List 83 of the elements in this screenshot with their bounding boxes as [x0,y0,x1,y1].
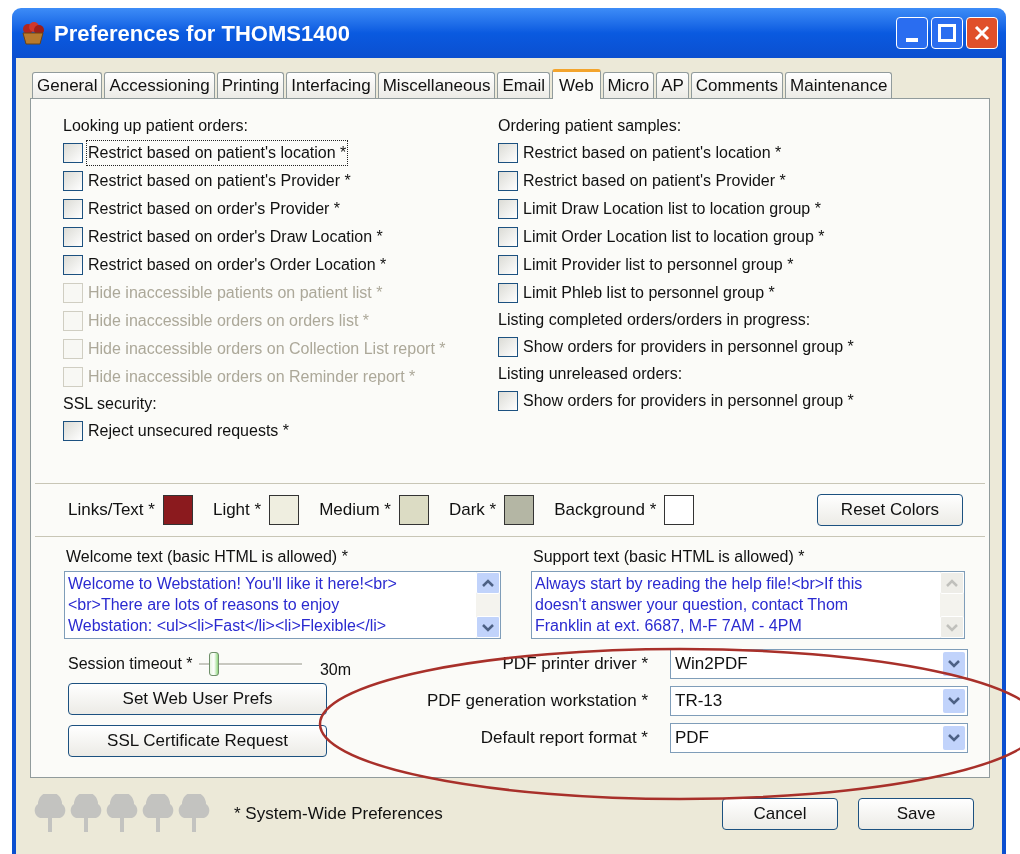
chevron-down-icon [947,733,961,743]
checkbox[interactable] [498,199,518,219]
color-label: Background * [554,499,657,522]
basket-icon [20,20,46,46]
color-label: Dark * [448,499,497,522]
dropdown[interactable]: TR-13 [670,686,968,716]
checkbox[interactable] [63,171,83,191]
tab[interactable]: Maintenance [785,72,893,98]
field-label: PDF generation workstation * [425,690,649,713]
tab[interactable]: General [32,72,103,98]
checkbox-label[interactable]: Restrict based on patient's Provider * [522,169,787,193]
checkbox[interactable] [498,337,518,357]
tab[interactable]: AP [656,72,689,98]
checkbox[interactable] [498,283,518,303]
cancel-button[interactable]: Cancel [722,798,838,830]
color-label: Links/Text * [68,499,155,522]
color-swatch[interactable] [664,495,695,525]
session-timeout-label: Session timeout * [68,654,193,674]
group-heading: Ordering patient samples: [498,116,683,136]
maximize-button[interactable] [931,17,963,49]
minimize-button[interactable] [896,17,928,49]
color-swatch[interactable] [162,495,193,525]
scroll-up-button[interactable] [476,572,500,594]
window-title: Preferences for THOMS1400 [54,19,350,48]
tab[interactable]: Interfacing [286,72,376,98]
field-label: Welcome text (basic HTML is allowed) * [65,547,349,567]
checkbox-label[interactable]: Limit Phleb list to personnel group * [522,281,776,305]
checkbox-label[interactable]: Restrict based on patient's location * [87,141,348,165]
field-label: Support text (basic HTML is allowed) * [532,547,806,567]
checkbox[interactable] [63,143,83,163]
tab[interactable]: Comments [690,72,784,98]
checkbox[interactable] [63,255,83,275]
close-icon [974,25,990,41]
color-swatch[interactable] [398,495,429,525]
checkbox[interactable] [498,143,518,163]
group-heading: Listing unreleased orders: [498,364,684,384]
color-swatch[interactable] [504,495,535,525]
group-heading: Looking up patient orders: [63,116,249,136]
checkbox[interactable] [498,227,518,247]
checkbox[interactable] [498,171,518,191]
dropdown[interactable]: PDF [670,723,968,753]
checkbox-label[interactable]: Limit Provider list to personnel group * [522,253,795,277]
checkbox-label[interactable]: Limit Draw Location list to location group * [522,197,822,221]
checkbox-label[interactable]: Restrict based on patient's Provider * [87,169,352,193]
scroll-down-button[interactable] [476,616,500,638]
color-label: Medium * [319,499,391,522]
checkbox-label[interactable]: Show orders for providers in personnel group * [522,389,855,413]
tab[interactable]: Miscellaneous [377,72,496,98]
checkbox[interactable] [498,391,518,411]
color-label: Light * [212,499,262,522]
session-timeout-value: 30m [319,660,351,680]
slider-thumb[interactable] [208,651,219,676]
checkbox[interactable] [63,199,83,219]
checkbox-label[interactable]: Restrict based on order's Order Location * [87,253,388,277]
tab[interactable]: Web [551,69,601,99]
reset-colors-button[interactable]: Reset Colors [817,494,963,526]
chevron-down-icon [947,659,961,669]
tab[interactable]: Micro [602,72,655,98]
footer-note: * System-Wide Preferences [234,803,443,826]
checkbox-label[interactable]: Limit Order Location list to location group * [522,225,826,249]
field-label: Default report format * [479,727,649,750]
maximize-icon [938,24,956,42]
tab[interactable]: Accessioning [104,72,215,98]
tab[interactable]: Printing [216,72,285,98]
checkbox[interactable] [63,421,83,441]
action-button[interactable]: Set Web User Prefs [68,683,327,715]
checkbox-label[interactable]: Reject unsecured requests * [87,419,290,443]
checkbox-label[interactable]: Restrict based on order's Draw Location * [87,225,384,249]
minimize-icon [906,38,918,42]
checkbox[interactable] [63,227,83,247]
dropdown[interactable]: Win2PDF [670,649,968,679]
save-button[interactable]: Save [858,798,974,830]
group-heading: Listing completed orders/orders in progress: [498,310,812,330]
group-heading: SSL security: [63,394,158,414]
chevron-down-icon [947,696,961,706]
color-swatch[interactable] [269,495,300,525]
checkbox[interactable] [498,255,518,275]
action-button[interactable]: SSL Certificate Request [68,725,327,757]
close-button[interactable] [966,17,998,49]
tab[interactable]: Email [497,72,550,98]
checkbox-label[interactable]: Restrict based on patient's location * [522,141,783,165]
checkbox-label[interactable]: Restrict based on order's Provider * [87,197,342,221]
checkbox-label[interactable]: Show orders for providers in personnel group * [522,335,855,359]
